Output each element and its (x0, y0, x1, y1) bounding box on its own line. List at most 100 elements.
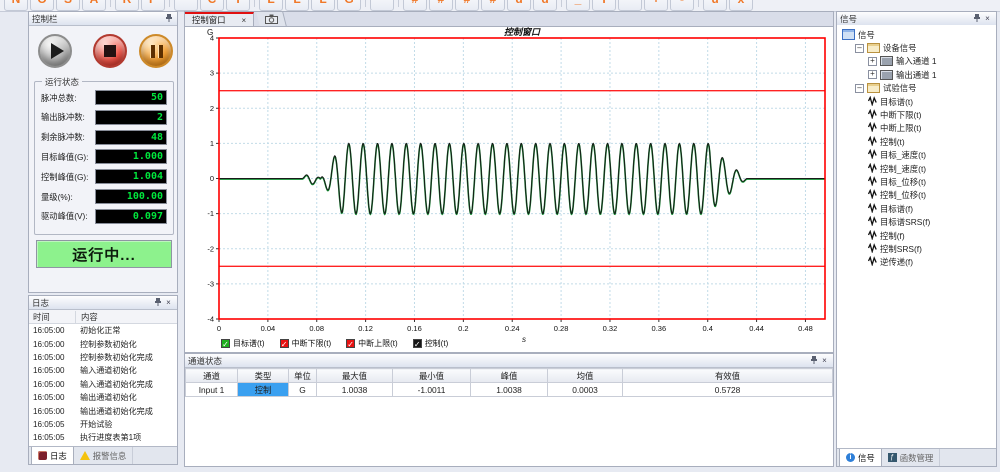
toolbar-row: NOSARP*CTLLLG~####dd_I¯+-ux (0, 0, 1000, 11)
level-l3-button[interactable]: L (311, 0, 335, 11)
undo-button[interactable]: u (703, 0, 727, 11)
waveform-button[interactable]: ~ (370, 0, 394, 11)
close-icon[interactable]: × (163, 297, 174, 308)
signal-icon (868, 216, 877, 228)
tree-item[interactable]: 中断上限(t) (837, 122, 996, 135)
signal-icon (868, 163, 877, 175)
toolbar-separator (398, 0, 399, 7)
close-tab-icon[interactable]: × (242, 16, 247, 25)
status-field-label: 目标峰值(G): (41, 151, 88, 163)
tree-item[interactable]: 信号 (837, 28, 996, 41)
tree-item[interactable]: 逆传递(f) (837, 256, 996, 269)
tree-item[interactable]: 控制_位移(t) (837, 189, 996, 202)
chart-view-2-button[interactable]: d (533, 0, 557, 11)
save-file-button[interactable]: S (56, 0, 80, 11)
tab-control-window[interactable]: 控制窗口 × (185, 12, 254, 26)
log-message: 开始试验 (75, 419, 177, 430)
tab-alarm-info[interactable]: 报警信息 (74, 447, 134, 464)
tree-item[interactable]: +输出通道 1 (837, 68, 996, 81)
tree-item[interactable]: –试验信号 (837, 82, 996, 95)
close-button[interactable]: x (729, 0, 753, 11)
legend-checkbox[interactable]: ✓ (280, 339, 289, 348)
zoom-out-button[interactable]: - (670, 0, 694, 11)
tree-item[interactable]: 目标_位移(t) (837, 175, 996, 188)
close-icon[interactable]: × (982, 13, 993, 24)
tab-log[interactable]: 日志 (31, 447, 74, 464)
tree-item[interactable]: 控制(t) (837, 135, 996, 148)
zoom-in-button[interactable]: + (644, 0, 668, 11)
open-file-button[interactable]: O (30, 0, 54, 11)
signal-title: 信号 (840, 13, 971, 25)
units-g-icon: G (344, 0, 353, 6)
layout-grid-2-button[interactable]: # (429, 0, 453, 11)
control-bar-panel: 控制栏 运行状态 脉冲总数:50输出脉冲数:2剩余脉冲数:48目标峰值(G):1… (28, 11, 178, 293)
layout-grid-1-button[interactable]: # (403, 0, 427, 11)
pause-button[interactable] (139, 34, 173, 68)
pin-icon[interactable] (971, 13, 982, 24)
pin-icon[interactable] (163, 13, 174, 24)
legend-label: 中断下限(t) (292, 338, 332, 349)
tree-item[interactable]: 目标谱SRS(f) (837, 215, 996, 228)
column-header[interactable]: 均值 (548, 369, 623, 383)
tree-item[interactable]: 目标谱(f) (837, 202, 996, 215)
tree-item[interactable]: 目标_速度(t) (837, 149, 996, 162)
legend-checkbox[interactable]: ✓ (413, 339, 422, 348)
column-header[interactable]: 单位 (289, 369, 317, 383)
level-l2-button[interactable]: L (285, 0, 309, 11)
collapse-icon[interactable]: – (855, 84, 864, 93)
status-field-value: 1.000 (95, 149, 167, 164)
new-file-button[interactable]: N (4, 0, 28, 11)
channel-icon (880, 56, 893, 66)
log-column-content: 内容 (76, 311, 177, 323)
schedule-clock-button[interactable]: T (226, 0, 250, 11)
table-row[interactable]: Input 1控制G1.0038-1.00111.00380.00030.572… (186, 383, 833, 397)
tree-item[interactable]: –设备信号 (837, 41, 996, 54)
tree-item[interactable]: 目标谱(t) (837, 95, 996, 108)
tree-item[interactable]: 控制SRS(f) (837, 242, 996, 255)
column-header[interactable]: 最大值 (317, 369, 393, 383)
column-header[interactable]: 峰值 (471, 369, 548, 383)
save-all-button[interactable]: A (82, 0, 106, 11)
expand-icon[interactable]: + (868, 70, 877, 79)
cursor-center-button[interactable]: I (592, 0, 616, 11)
pin-icon[interactable] (808, 355, 819, 366)
column-header[interactable]: 有效值 (623, 369, 833, 383)
units-g-button[interactable]: G (337, 0, 361, 11)
chart-view-1-icon: d (515, 0, 522, 6)
table-cell: 控制 (238, 383, 289, 397)
expand-icon[interactable]: + (868, 57, 877, 66)
legend-checkbox[interactable]: ✓ (221, 339, 230, 348)
report-button[interactable]: R (115, 0, 139, 11)
column-header[interactable]: 通道 (186, 369, 238, 383)
signal-icon (868, 122, 877, 134)
tab-function-manager[interactable]: ƒ 函数管理 (882, 449, 941, 466)
tree-item[interactable]: +输入通道 1 (837, 55, 996, 68)
tree-item[interactable]: 中断下限(t) (837, 108, 996, 121)
stop-button[interactable] (93, 34, 127, 68)
level-l1-button[interactable]: L (259, 0, 283, 11)
toolbar-separator (365, 0, 366, 7)
column-header[interactable]: 类型 (238, 369, 289, 383)
pie-chart-button[interactable]: C (200, 0, 224, 11)
svg-text:-2: -2 (207, 244, 214, 253)
layout-grid-3-button[interactable]: # (455, 0, 479, 11)
legend-checkbox[interactable]: ✓ (346, 339, 355, 348)
column-header[interactable]: 最小值 (393, 369, 471, 383)
layout-grid-4-button[interactable]: # (481, 0, 505, 11)
favorites-star-button[interactable]: * (174, 0, 198, 11)
cursor-bottom-button[interactable]: _ (566, 0, 590, 11)
pin-icon[interactable] (152, 297, 163, 308)
chart-view-1-button[interactable]: d (507, 0, 531, 11)
close-icon[interactable]: × (819, 355, 830, 366)
collapse-icon[interactable]: – (855, 44, 864, 53)
screenshot-tab[interactable] (256, 12, 286, 26)
tree-item-label: 目标谱(t) (880, 96, 913, 108)
tab-signal[interactable]: i 信号 (839, 449, 882, 466)
play-button[interactable] (38, 34, 72, 68)
tree-item[interactable]: 控制_速度(t) (837, 162, 996, 175)
cursor-top-button[interactable]: ¯ (618, 0, 642, 11)
tree-item[interactable]: 控制(f) (837, 229, 996, 242)
control-bar-title: 控制栏 (32, 13, 163, 25)
print-button[interactable]: P (141, 0, 165, 11)
toolbar-separator (254, 0, 255, 7)
